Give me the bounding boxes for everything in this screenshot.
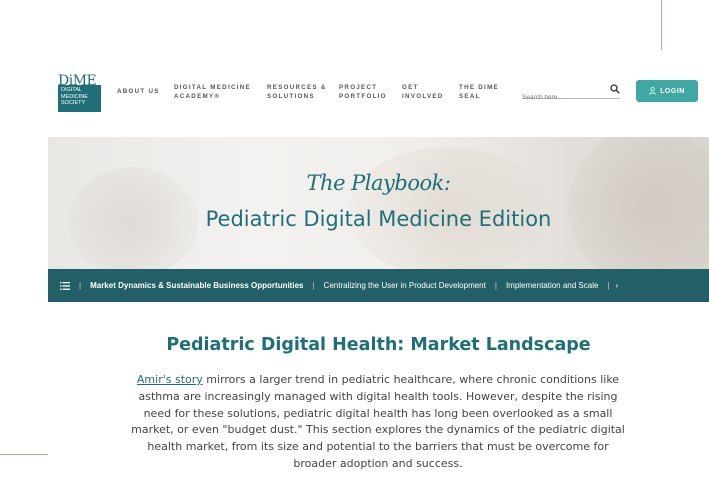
- nav-divider: |: [312, 281, 315, 290]
- subnav-item-implementation-scale[interactable]: Implementation and Scale: [506, 281, 599, 290]
- hero-banner: The Playbook: Pediatric Digital Medicine…: [48, 137, 709, 269]
- playbook-section-nav: | Market Dynamics & Sustainable Business…: [48, 269, 709, 302]
- nav-label: SEAL: [459, 93, 481, 100]
- hero-title-italic: The Playbook:: [306, 171, 451, 195]
- search-icon[interactable]: [610, 84, 620, 94]
- menu-list-icon[interactable]: [60, 281, 70, 290]
- nav-label: GET: [402, 84, 419, 91]
- chevron-right-icon[interactable]: ›: [616, 281, 619, 290]
- dime-logo[interactable]: DiME DIGITAL MEDICINE SOCIETY: [58, 70, 101, 112]
- nav-label: ABOUT US: [117, 88, 160, 95]
- login-button[interactable]: LOGIN: [636, 80, 698, 102]
- nav-project-portfolio[interactable]: PROJECT PORTFOLIO: [339, 83, 387, 101]
- nav-label: DIGITAL MEDICINE: [174, 84, 251, 91]
- nav-dime-seal[interactable]: THE DIME SEAL: [459, 83, 499, 101]
- nav-label: SOLUTIONS: [267, 93, 315, 100]
- nav-divider: |: [607, 281, 610, 290]
- page-card: DiME DIGITAL MEDICINE SOCIETY ABOUT US D…: [48, 50, 709, 503]
- amirs-story-link[interactable]: Amir's story: [137, 373, 203, 386]
- hero-title-main: Pediatric Digital Medicine Edition: [205, 207, 552, 231]
- logo-line: MEDICINE: [61, 93, 88, 100]
- login-label: LOGIN: [660, 87, 685, 95]
- nav-divider: |: [494, 281, 497, 290]
- nav-label: THE DIME: [459, 84, 499, 91]
- nav-label: RESOURCES &: [267, 84, 327, 91]
- nav-get-involved[interactable]: GET INVOLVED: [402, 83, 444, 101]
- subnav-item-market-dynamics[interactable]: Market Dynamics & Sustainable Business O…: [90, 281, 303, 290]
- hero-background-shape: [568, 137, 709, 269]
- section-title: Pediatric Digital Health: Market Landsca…: [166, 335, 591, 355]
- subnav-item-centralizing-user[interactable]: Centralizing the User in Product Develop…: [324, 281, 486, 290]
- logo-box: DIGITAL MEDICINE SOCIETY: [58, 85, 101, 112]
- nav-label: PORTFOLIO: [339, 93, 387, 100]
- nav-digital-medicine-academy[interactable]: DIGITAL MEDICINE ACADEMY®: [174, 83, 251, 101]
- nav-resources-solutions[interactable]: RESOURCES & SOLUTIONS: [267, 83, 327, 101]
- section-body-text: mirrors a larger trend in pediatric heal…: [131, 373, 625, 470]
- logo-line: SOCIETY: [61, 100, 86, 107]
- logo-wordmark-area: DiME: [58, 70, 101, 89]
- nav-label: INVOLVED: [402, 93, 444, 100]
- search-input[interactable]: [522, 94, 602, 101]
- user-icon: [649, 87, 656, 95]
- logo-wordmark: DiME: [58, 73, 97, 89]
- nav-about-us[interactable]: ABOUT US: [117, 87, 160, 96]
- search-box: [522, 84, 620, 101]
- nav-divider: |: [79, 281, 82, 290]
- nav-label: ACADEMY®: [174, 93, 221, 100]
- section-body: Amir's story mirrors a larger trend in p…: [128, 372, 628, 473]
- nav-label: PROJECT: [339, 84, 378, 91]
